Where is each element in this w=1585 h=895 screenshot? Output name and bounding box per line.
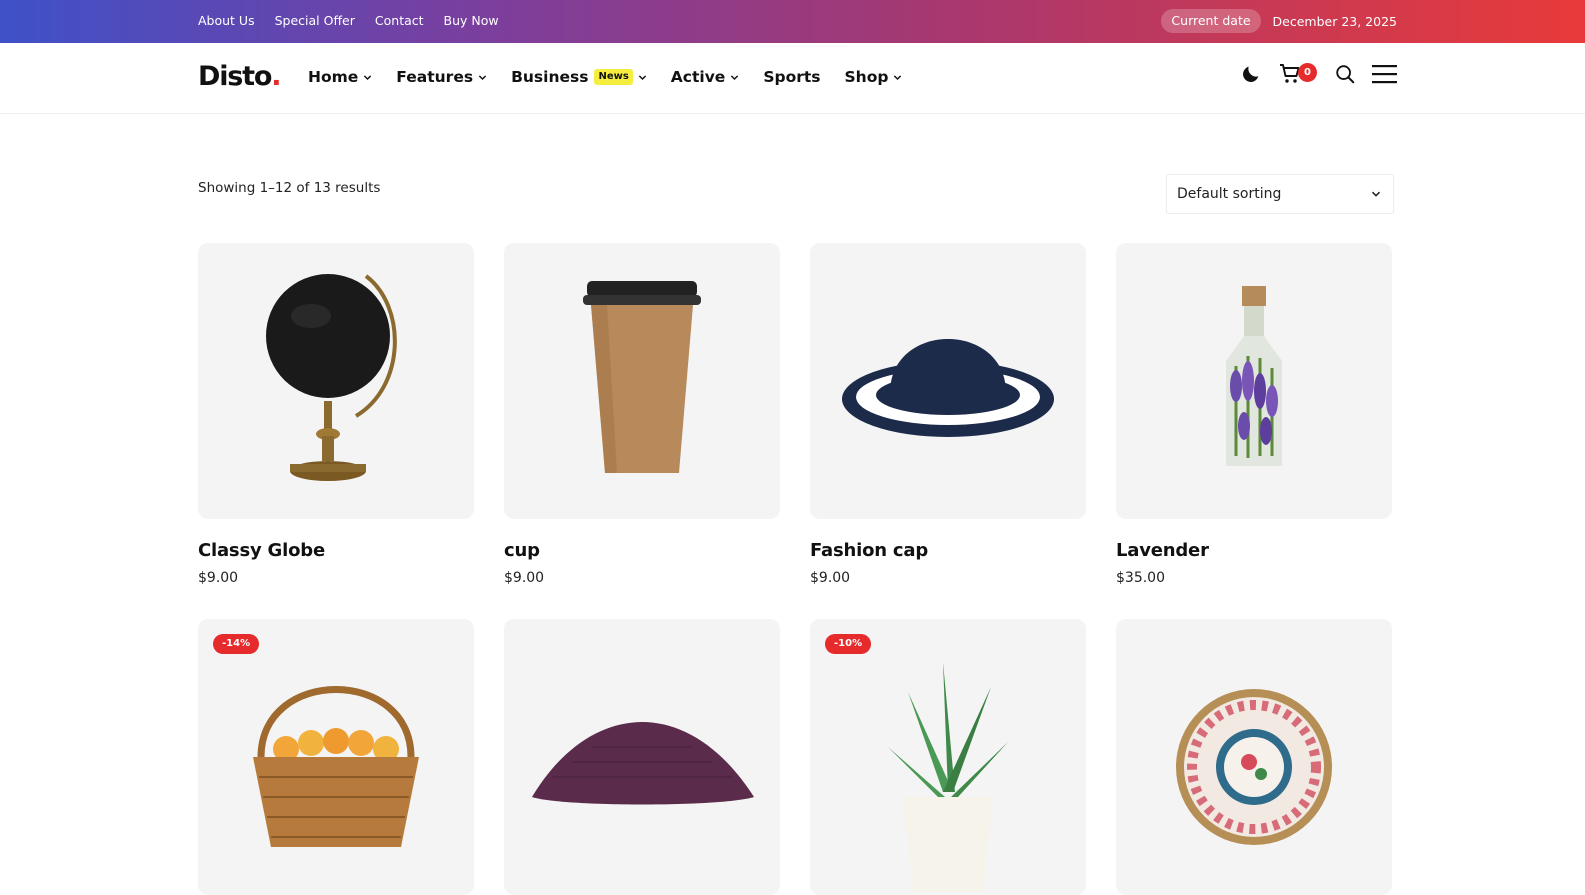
chevron-down-icon bbox=[364, 74, 372, 80]
product-card[interactable]: Classy Globe $9.00 bbox=[198, 243, 474, 586]
header-icons: 0 bbox=[1240, 63, 1397, 85]
product-title[interactable]: Lavender bbox=[1116, 540, 1392, 561]
search-button[interactable] bbox=[1334, 63, 1356, 85]
nav-item-sports[interactable]: Sports bbox=[763, 68, 820, 86]
product-title[interactable]: Fashion cap bbox=[810, 540, 1086, 561]
product-title[interactable]: cup bbox=[504, 540, 780, 561]
site-logo[interactable]: Disto. bbox=[198, 61, 281, 92]
product-price: $9.00 bbox=[504, 570, 545, 586]
lavender-bottle-icon bbox=[1226, 286, 1282, 466]
fruit-basket-icon bbox=[253, 686, 419, 847]
sorting-select[interactable]: Default sorting bbox=[1166, 174, 1394, 214]
current-date: Current date December 23, 2025 bbox=[1161, 9, 1397, 33]
top-links: About Us Special Offer Contact Buy Now bbox=[198, 13, 499, 28]
chevron-down-icon bbox=[731, 74, 739, 80]
pillow-icon bbox=[532, 722, 754, 805]
product-card[interactable] bbox=[504, 619, 780, 895]
product-card[interactable]: -10% bbox=[810, 619, 1086, 895]
decorative-plate-icon bbox=[1176, 689, 1332, 845]
product-price: $35.00 bbox=[1116, 570, 1165, 586]
main-nav: Home Features Business News Active Sport… bbox=[308, 68, 926, 86]
product-image[interactable] bbox=[504, 243, 780, 519]
sun-hat-icon bbox=[842, 339, 1054, 437]
product-image[interactable] bbox=[504, 619, 780, 895]
result-count: Showing 1–12 of 13 results bbox=[198, 180, 381, 196]
product-price: $9.00 bbox=[810, 570, 851, 586]
nav-item-features[interactable]: Features bbox=[396, 68, 487, 86]
top-link-contact[interactable]: Contact bbox=[375, 13, 424, 28]
menu-button[interactable] bbox=[1372, 63, 1397, 85]
coffee-cup-icon bbox=[583, 281, 701, 473]
sorting-value: Default sorting bbox=[1177, 186, 1282, 202]
moon-icon bbox=[1243, 66, 1259, 82]
sale-badge: -10% bbox=[825, 634, 872, 654]
product-image[interactable] bbox=[810, 243, 1086, 519]
product-card[interactable]: Fashion cap $9.00 bbox=[810, 243, 1086, 586]
product-price: $9.00 bbox=[198, 570, 239, 586]
product-title[interactable]: Classy Globe bbox=[198, 540, 474, 561]
chevron-down-icon bbox=[1371, 191, 1381, 197]
product-image[interactable]: -10% bbox=[810, 619, 1086, 895]
logo-text: Disto bbox=[198, 61, 272, 92]
logo-dot: . bbox=[271, 61, 281, 92]
nav-item-active[interactable]: Active bbox=[671, 68, 740, 86]
top-link-buy-now[interactable]: Buy Now bbox=[444, 13, 499, 28]
sale-badge: -14% bbox=[213, 634, 260, 654]
hamburger-icon bbox=[1372, 65, 1397, 84]
product-card[interactable]: -14% bbox=[198, 619, 474, 895]
product-image[interactable] bbox=[1116, 243, 1392, 519]
news-badge: News bbox=[594, 69, 633, 85]
succulent-plant-icon bbox=[888, 662, 1008, 892]
nav-label: Business bbox=[511, 68, 589, 86]
nav-item-shop[interactable]: Shop bbox=[845, 68, 903, 86]
current-date-value: December 23, 2025 bbox=[1272, 13, 1397, 29]
nav-item-home[interactable]: Home bbox=[308, 68, 372, 86]
nav-item-business[interactable]: Business News bbox=[511, 68, 647, 86]
product-image[interactable] bbox=[1116, 619, 1392, 895]
top-bar: About Us Special Offer Contact Buy Now C… bbox=[0, 0, 1585, 43]
top-link-about-us[interactable]: About Us bbox=[198, 13, 255, 28]
main-header: Disto. Home Features Business News Activ… bbox=[0, 43, 1585, 114]
nav-label: Home bbox=[308, 68, 359, 86]
nav-label: Shop bbox=[844, 68, 889, 86]
nav-label: Sports bbox=[763, 68, 821, 86]
dark-mode-toggle[interactable] bbox=[1240, 63, 1262, 85]
cart-count-badge: 0 bbox=[1298, 63, 1317, 82]
product-image[interactable]: -14% bbox=[198, 619, 474, 895]
product-card[interactable]: cup $9.00 bbox=[504, 243, 780, 586]
chevron-down-icon bbox=[894, 74, 902, 80]
product-card[interactable] bbox=[1116, 619, 1392, 895]
globe-icon bbox=[266, 274, 397, 481]
nav-label: Active bbox=[670, 68, 726, 86]
chevron-down-icon bbox=[638, 74, 646, 80]
top-link-special-offer[interactable]: Special Offer bbox=[275, 13, 355, 28]
current-date-label: Current date bbox=[1161, 9, 1261, 33]
product-card[interactable]: Lavender $35.00 bbox=[1116, 243, 1392, 586]
nav-label: Features bbox=[396, 68, 474, 86]
search-icon bbox=[1336, 65, 1355, 84]
product-image[interactable] bbox=[198, 243, 474, 519]
chevron-down-icon bbox=[478, 74, 487, 80]
